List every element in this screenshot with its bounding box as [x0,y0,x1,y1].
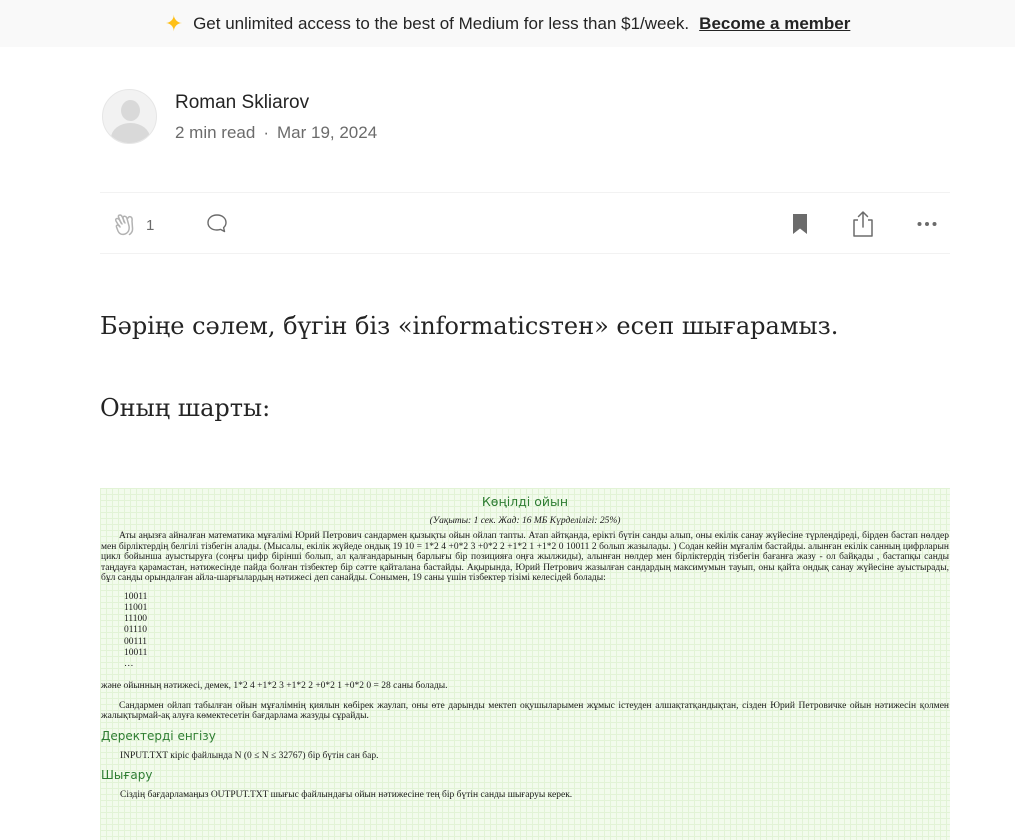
comment-button[interactable] [205,212,229,241]
more-icon [917,222,937,226]
article-paragraph-greeting: Бәріңе сәлем, бүгін біз «informaticsтен»… [100,312,839,340]
binary-row: … [124,659,134,670]
banner-text: Get unlimited access to the best of Medi… [193,13,690,33]
read-time: 2 min read [175,122,256,142]
binary-row: 10011 [124,591,148,602]
binary-sequence-list: 10011 11001 11100 01110 00111 10011 … [124,592,950,671]
publish-date: Mar 19, 2024 [277,122,378,142]
binary-row: 00111 [124,636,148,647]
output-section-heading: Шығару [101,767,153,782]
binary-row: 01110 [124,625,148,636]
more-options-button[interactable] [915,212,939,241]
author-name[interactable]: Roman Skliarov [175,90,377,116]
sparkle-icon: ✦ [164,10,184,36]
problem-statement-image: Көңілді ойын (Уақыты: 1 сек. Жад: 16 МБ … [100,488,950,840]
share-button[interactable] [850,210,876,243]
avatar-body-shape [111,123,150,143]
output-section-text: Сіздің бағдарламаңыз OUTPUT.TXT шығыс фа… [120,789,573,800]
binary-row: 11001 [124,602,148,613]
problem-paragraph-1: Аты аңызға айналған математика мұғалімі … [101,531,949,583]
problem-title: Көңілді ойын [481,494,569,509]
author-block: Roman Skliarov 2 min read · Mar 19, 2024 [102,89,377,144]
share-icon [853,211,873,237]
problem-result-line: және ойынның нәтижесі, демек, 1*2 4 +1*2… [101,680,448,691]
meta-separator: · [263,122,269,142]
story-meta: 2 min read · Mar 19, 2024 [175,122,377,144]
comment-icon [207,214,227,233]
clap-icon [114,214,134,236]
problem-paragraph-2: Сандармен ойлап табылған ойын мұғалімнің… [101,700,949,722]
avatar-head-shape [121,100,140,121]
membership-banner: ✦ Get unlimited access to the best of Me… [0,0,1015,47]
become-member-link[interactable]: Become a member [699,14,850,34]
input-section-text: INPUT.TXT кіріс файлында N (0 ≤ N ≤ 3276… [120,750,379,761]
input-section-heading: Деректерді енгізу [101,728,216,743]
problem-constraints: (Уақыты: 1 сек. Жад: 16 МБ Күрделілігі: … [429,516,621,526]
author-avatar[interactable] [102,89,157,144]
clap-count: 1 [146,216,155,234]
binary-row: 10011 [124,647,148,658]
clap-button[interactable]: 1 [112,212,154,238]
binary-row: 11100 [124,614,148,625]
story-action-bar: 1 [100,192,950,254]
author-meta: Roman Skliarov 2 min read · Mar 19, 2024 [175,90,377,144]
bookmark-icon [793,214,807,234]
save-button[interactable] [788,212,812,241]
article-paragraph-condition: Оның шарты: [100,394,271,422]
